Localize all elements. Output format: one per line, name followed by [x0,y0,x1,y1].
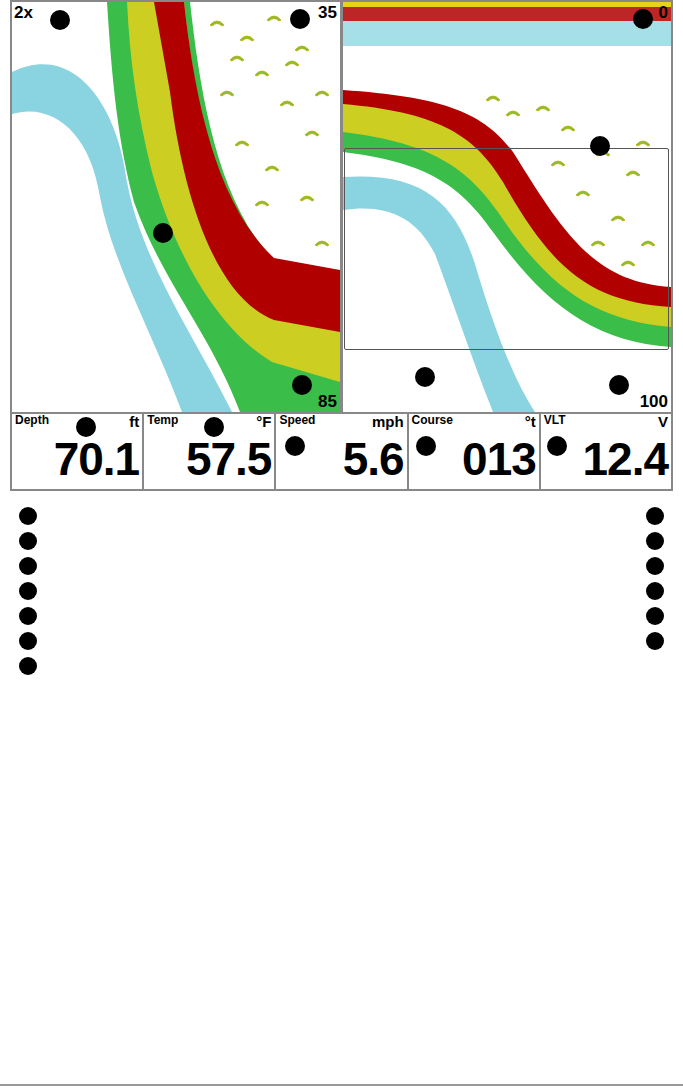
callout-dot [290,9,310,29]
callout-legend [0,507,683,675]
callout-dot [153,223,173,243]
callout-dot [285,436,305,456]
zoom-bottom-depth: 85 [318,393,337,410]
manual-page: 2x 35 85 0 100 Depth ft 70.1 Temp °F 57.5 Speed mph 5… [0,0,683,1090]
readout-label: Course [412,414,453,426]
full-top-depth: 0 [659,4,668,21]
readout-unit: mph [372,414,404,429]
legend-dot [19,582,37,600]
legend-dot [19,657,37,675]
sonar-panels: 2x 35 85 0 100 [12,2,671,412]
callout-dot [633,9,653,29]
legend-dot [19,632,37,650]
readout-value: 013 [462,432,536,487]
legend-dot [646,532,664,550]
legend-dot [646,632,664,650]
callout-dot [76,417,96,437]
callout-dot [547,436,567,456]
page-rule [0,1084,683,1086]
legend-dot [646,582,664,600]
legend-dot [19,507,37,525]
legend-dot [19,557,37,575]
readout-unit: °t [525,414,536,429]
readout-value: 5.6 [343,432,404,487]
zoom-box [344,148,669,350]
zoom-view: 2x 35 85 [12,2,340,412]
readout-value: 70.1 [54,432,140,487]
callout-dot [609,375,629,395]
legend-dot [646,557,664,575]
zoom-level: 2x [14,4,33,21]
readout-label: Temp [147,414,178,426]
callout-dot [415,367,435,387]
legend-dot [646,607,664,625]
callout-dot [50,10,70,30]
full-bottom-depth: 100 [640,393,668,410]
readout-value: 12.4 [582,432,668,487]
zoom-top-depth: 35 [318,4,337,21]
readout-label: Speed [279,414,315,426]
readout-label: Depth [15,414,49,426]
legend-dot [646,507,664,525]
callout-dot [204,417,224,437]
readout-value: 57.5 [186,432,272,487]
callout-dot [590,136,610,156]
full-view: 0 100 [343,2,671,412]
callout-dot [416,436,436,456]
readout-bar: Depth ft 70.1 Temp °F 57.5 Speed mph 5.6 Course °t… [12,412,671,489]
readout-unit: °F [256,414,271,429]
callout-dot [292,375,312,395]
readout-unit: V [658,414,668,429]
sonar-zoom-chart [12,2,340,412]
legend-dot [19,607,37,625]
sonar-screen: 2x 35 85 0 100 Depth ft 70.1 Temp °F 57.5 Speed mph 5… [10,0,673,491]
legend-dot [19,532,37,550]
sonar-full-chart [343,2,671,412]
readout-label: VLT [544,414,566,426]
readout-unit: ft [129,414,139,429]
